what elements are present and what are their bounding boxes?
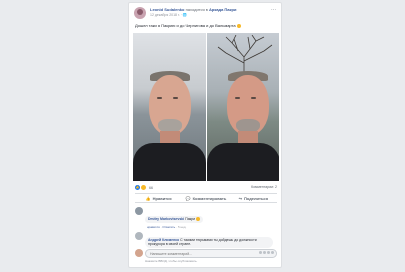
thumbs-up-icon: 👍: [145, 195, 151, 201]
comment-bubble: Dmitry Markovtsevski Пакри: [145, 216, 204, 223]
grinning-emoji-icon: [236, 23, 241, 28]
eye-shape: [234, 97, 240, 99]
more-options-icon[interactable]: ···: [271, 7, 276, 13]
comment-author[interactable]: Андрей Клименко: [148, 238, 179, 242]
post-meta: 12 декабря 2018 г. · 🌐: [150, 13, 187, 17]
grinning-emoji-icon: [196, 217, 201, 222]
commenter-avatar[interactable]: [135, 207, 143, 215]
emoji-icon[interactable]: [259, 251, 262, 254]
eye-shape: [157, 97, 162, 99]
photo-left[interactable]: [133, 33, 206, 181]
comment-like-link[interactable]: нравится: [147, 225, 160, 229]
comment-item: Dmitry Markovtsevski Пакри нравится · От…: [135, 207, 277, 230]
share-button[interactable]: ↪ Поделиться: [230, 194, 277, 202]
photo-grid: [133, 33, 279, 181]
post-actions: 👍 Нравится 💬 Комментировать ↪ Поделиться: [135, 193, 277, 203]
comment-icon: 💬: [185, 195, 191, 201]
like-button[interactable]: 👍 Нравится: [135, 194, 182, 202]
comment-text: Пакри: [185, 217, 196, 221]
comment-bubble: Андрей Клименко С такими тюрьмами ты дой…: [145, 236, 273, 248]
like-reaction-icon: 👍: [135, 185, 140, 190]
haha-reaction-icon: [141, 185, 146, 190]
comment-author[interactable]: Dmitry Markovtsevski: [148, 217, 184, 221]
globe-icon: 🌐: [182, 13, 188, 17]
eye-shape: [250, 97, 256, 99]
comment-label: Комментировать: [192, 195, 227, 201]
share-icon: ↪: [238, 195, 242, 201]
comments-count[interactable]: Комментарии: 2: [251, 185, 277, 189]
input-icons: [259, 251, 274, 254]
comment-reply-link[interactable]: Ответить: [162, 225, 175, 229]
submit-hint: Нажмите ВВОД, чтобы опубликовать.: [145, 259, 198, 263]
comment-button[interactable]: 💬 Комментировать: [182, 194, 229, 202]
like-label: Нравится: [152, 195, 172, 201]
author-avatar[interactable]: [134, 7, 146, 19]
post-text: Дошел таки я Пакрию и до Чернигова и до …: [135, 23, 241, 28]
location-link[interactable]: Аркада Пакри: [209, 7, 236, 12]
share-label: Поделиться: [243, 195, 268, 201]
shirt-shape: [206, 143, 279, 181]
post-date[interactable]: 12 декабря 2018 г.: [150, 13, 180, 17]
shirt-shape: [133, 143, 206, 181]
sticker-icon[interactable]: [271, 251, 274, 254]
eye-shape: [173, 97, 178, 99]
post-stats: 👍 66 Комментарии: 2: [135, 184, 277, 191]
camera-icon[interactable]: [263, 251, 266, 254]
photo-right[interactable]: [205, 33, 279, 181]
comment-input[interactable]: [145, 249, 277, 258]
reaction-count: 66: [149, 185, 153, 190]
post-card: Leonid Sudalenko находится в Аркада Пакр…: [128, 2, 282, 268]
post-head-line: Leonid Sudalenko находится в Аркада Пакр…: [150, 7, 236, 12]
reaction-summary[interactable]: 👍 66: [135, 185, 153, 190]
post-text-content: Дошел таки я Пакрию и до Чернигова и до …: [135, 23, 236, 28]
meta-separator: ·: [180, 13, 182, 17]
gif-icon[interactable]: [267, 251, 270, 254]
author-name[interactable]: Leonid Sudalenko: [150, 7, 184, 12]
post-action: находится в: [185, 7, 208, 12]
post-header: Leonid Sudalenko находится в Аркада Пакр…: [129, 3, 281, 20]
viewer-avatar: [135, 249, 143, 257]
reply-box: [135, 249, 277, 258]
comment-time[interactable]: 5 нед.: [178, 225, 186, 229]
comment-meta: нравится · Ответить · 5 нед.: [147, 225, 187, 229]
commenter-avatar[interactable]: [135, 232, 143, 240]
